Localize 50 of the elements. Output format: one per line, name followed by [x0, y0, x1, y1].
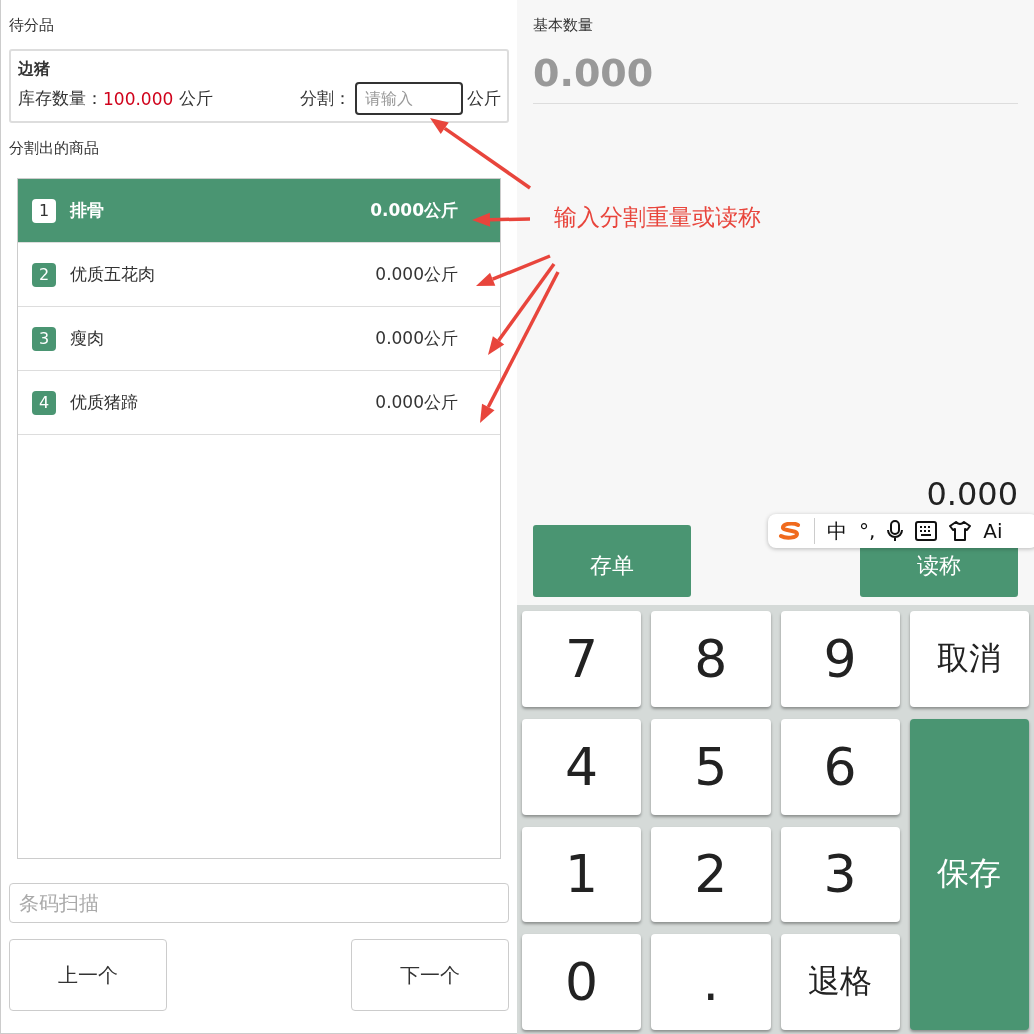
keypad-key[interactable]: 1	[522, 826, 642, 923]
microphone-icon[interactable]	[887, 520, 904, 542]
keypad-key[interactable]: 6	[780, 718, 900, 815]
split-input[interactable]: 请输入	[355, 82, 463, 115]
previous-button[interactable]: 上一个	[9, 939, 167, 1011]
keypad-key[interactable]: 2	[651, 826, 771, 923]
section-title: 待分品	[9, 16, 55, 35]
keypad-key[interactable]: 取消	[909, 611, 1029, 707]
weight-value: 0.000公斤	[370, 199, 458, 222]
quantity-value: 0.000	[533, 51, 1018, 104]
index-badge: 2	[32, 262, 56, 287]
product-name: 瘦肉	[70, 327, 105, 350]
barcode-field[interactable]: 条码扫描	[9, 883, 509, 923]
weight-value: 0.000公斤	[375, 327, 458, 350]
weight-value: 0.000公斤	[375, 391, 458, 414]
split-label: 分割：	[300, 87, 351, 110]
product-row[interactable]: 1 排骨 0.000公斤	[18, 179, 500, 243]
keypad-key[interactable]: 4	[522, 718, 642, 815]
index-badge: 3	[32, 326, 56, 351]
logo-icon	[778, 522, 802, 540]
keypad-key[interactable]: 5	[651, 718, 771, 815]
product-name: 优质猪蹄	[70, 391, 139, 414]
index-badge: 4	[32, 390, 56, 415]
keypad-key[interactable]: .	[651, 934, 771, 1030]
keypad-key[interactable]: 退格	[780, 934, 900, 1030]
shirt-icon[interactable]	[949, 521, 972, 541]
scale-reading: 0.000	[926, 475, 1018, 513]
keypad-key[interactable]: 9	[780, 611, 900, 707]
unit-label: 公斤	[179, 87, 214, 110]
keypad-key[interactable]: 3	[780, 826, 900, 923]
save-button[interactable]: 保存	[909, 718, 1029, 1030]
quantity-label: 基本数量	[533, 16, 594, 35]
save-order-button[interactable]: 存单	[533, 525, 691, 597]
product-name: 排骨	[70, 199, 105, 222]
keypad-key[interactable]: 7	[522, 611, 642, 707]
product-name: 优质五花肉	[70, 263, 156, 286]
stock-value: 100.000	[103, 88, 174, 109]
next-button[interactable]: 下一个	[351, 939, 509, 1011]
index-badge: 1	[32, 198, 56, 223]
stock-label: 库存数量：	[18, 87, 103, 110]
keyboard-icon[interactable]	[915, 521, 938, 541]
annotation-text: 输入分割重量或读称	[554, 203, 761, 232]
product-name: 边猪	[18, 59, 51, 80]
keypad-key[interactable]: 8	[651, 611, 771, 707]
keypad-key[interactable]: 0	[522, 934, 642, 1030]
arrow	[472, 212, 531, 227]
unit-label: 公斤	[467, 87, 501, 110]
section-title: 分割出的商品	[9, 139, 100, 158]
weight-value: 0.000公斤	[375, 263, 458, 286]
mode-toggle[interactable]: 中	[827, 517, 847, 545]
